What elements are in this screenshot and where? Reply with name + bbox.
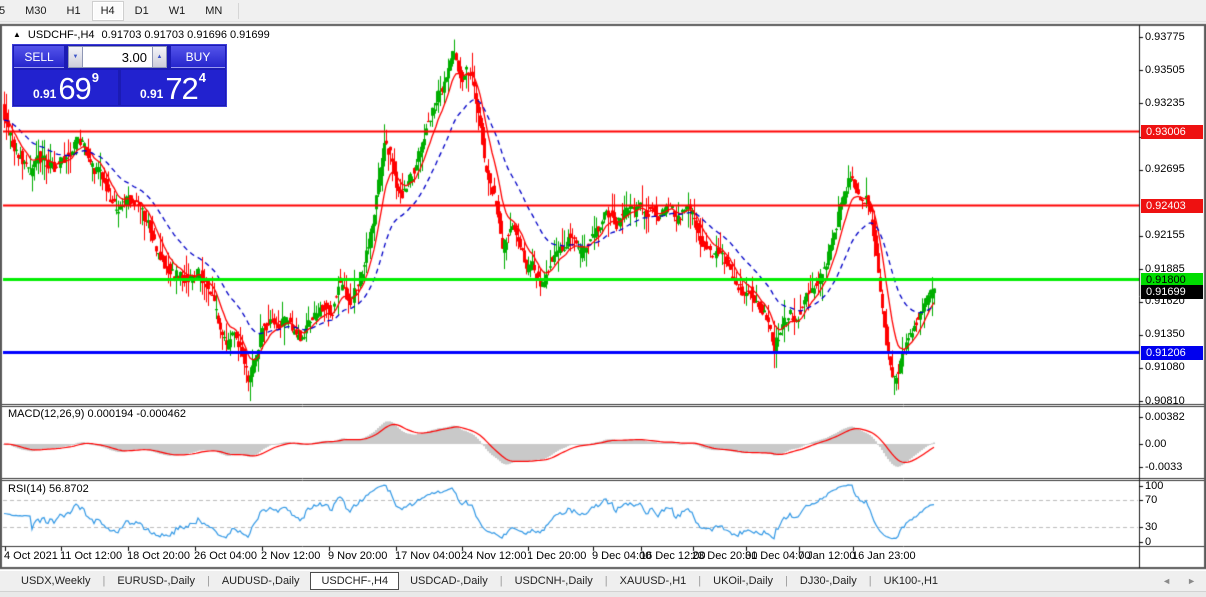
buy-price-sup: 4 bbox=[199, 71, 206, 84]
time-axis-label: 1 Dec 20:00 bbox=[527, 550, 586, 562]
toolbar-separator bbox=[238, 3, 239, 19]
status-bar bbox=[0, 591, 1206, 597]
volume-increase-button[interactable]: ▲ bbox=[152, 46, 167, 68]
chart-tab-bar: USDX,Weekly|EURUSD-,Daily|AUDUSD-,DailyU… bbox=[0, 570, 1206, 591]
rsi-axis-label: 100 bbox=[1145, 480, 1163, 493]
one-click-trading-panel: SELL ▼ ▲ BUY 0.91 69 9 0.91 72 4 bbox=[12, 44, 227, 107]
buy-price-display[interactable]: 0.91 72 4 bbox=[121, 70, 225, 105]
volume-input[interactable] bbox=[83, 46, 152, 68]
chart-symbol-period: USDCHF-,H4 bbox=[28, 29, 95, 41]
sell-price-sup: 9 bbox=[92, 71, 99, 84]
timeframe-button-h4[interactable]: H4 bbox=[92, 1, 124, 21]
chart-ohlc-values: 0.91703 0.91703 0.91696 0.91699 bbox=[102, 29, 270, 41]
tabs-scroll-left-icon[interactable]: ◄ bbox=[1162, 575, 1171, 588]
chart-tab-usdx-weekly[interactable]: USDX,Weekly bbox=[10, 573, 101, 589]
sell-price-prefix: 0.91 bbox=[33, 88, 56, 102]
rsi-axis-label: 70 bbox=[1145, 494, 1157, 507]
chart-tab-dj30-daily[interactable]: DJ30-,Daily bbox=[789, 573, 868, 589]
chart-tab-usdcad-daily[interactable]: USDCAD-,Daily bbox=[399, 573, 499, 589]
chart-tabs: USDX,Weekly|EURUSD-,Daily|AUDUSD-,DailyU… bbox=[10, 572, 949, 590]
macd-axis-label: 0.00 bbox=[1145, 438, 1166, 451]
time-axis-label: 24 Nov 12:00 bbox=[461, 550, 526, 562]
buy-button[interactable]: BUY bbox=[171, 46, 225, 68]
time-axis-label: 16 Jan 23:00 bbox=[852, 550, 916, 562]
sell-button[interactable]: SELL bbox=[14, 46, 64, 68]
time-axis-label: 9 Nov 20:00 bbox=[328, 550, 387, 562]
timeframe-button-h1[interactable]: H1 bbox=[58, 1, 90, 21]
timeframe-button-d1[interactable]: D1 bbox=[126, 1, 158, 21]
collapse-arrow-icon[interactable]: ▲ bbox=[13, 31, 21, 39]
chart-header: ▲ USDCHF-,H4 0.91703 0.91703 0.91696 0.9… bbox=[13, 29, 270, 41]
macd-indicator-label: MACD(12,26,9) 0.000194 -0.000462 bbox=[8, 408, 186, 420]
time-axis-label: 18 Oct 20:00 bbox=[127, 550, 190, 562]
time-axis-label: 2 Nov 12:00 bbox=[261, 550, 320, 562]
macd-axis-label: 0.00382 bbox=[1145, 411, 1185, 424]
time-axis-label: 7 Jan 12:00 bbox=[798, 550, 856, 562]
chart-tab-usdchf-h4[interactable]: USDCHF-,H4 bbox=[310, 572, 399, 590]
macd-values: 0.000194 -0.000462 bbox=[87, 408, 185, 420]
price-tick-label: 0.92155 bbox=[1145, 229, 1185, 242]
timeframe-button-5[interactable]: 5 bbox=[0, 1, 14, 21]
volume-decrease-button[interactable]: ▼ bbox=[68, 46, 83, 68]
price-tick-label: 0.93775 bbox=[1145, 31, 1185, 44]
chart-tab-eurusd-daily[interactable]: EURUSD-,Daily bbox=[106, 573, 206, 589]
timeframe-buttons: 5M30H1H4D1W1MN bbox=[0, 1, 232, 21]
timeframe-button-w1[interactable]: W1 bbox=[160, 1, 195, 21]
chart-tab-usdcnh-daily[interactable]: USDCNH-,Daily bbox=[504, 573, 604, 589]
tab-scroll-arrows: ◄ ► bbox=[1162, 575, 1196, 588]
price-badge: 0.91206 bbox=[1141, 346, 1203, 360]
macd-axis-label: -0.0033 bbox=[1145, 461, 1182, 474]
timeframe-button-m30[interactable]: M30 bbox=[16, 1, 55, 21]
time-axis-label: 26 Oct 04:00 bbox=[194, 550, 257, 562]
price-tick-label: 0.91350 bbox=[1145, 328, 1185, 341]
timeframe-button-mn[interactable]: MN bbox=[196, 1, 231, 21]
price-tick-label: 0.92695 bbox=[1145, 163, 1185, 176]
macd-title: MACD(12,26,9) bbox=[8, 408, 84, 420]
buy-price-big: 72 bbox=[165, 77, 197, 102]
time-axis-label: 11 Oct 12:00 bbox=[60, 550, 122, 562]
price-tick-label: 0.90810 bbox=[1145, 395, 1185, 408]
chart-tab-ukoil-daily[interactable]: UKOil-,Daily bbox=[702, 573, 784, 589]
price-badge: 0.92403 bbox=[1141, 199, 1203, 213]
rsi-indicator-label: RSI(14) 56.8702 bbox=[8, 483, 89, 495]
rsi-axis-label: 30 bbox=[1145, 521, 1157, 534]
buy-price-prefix: 0.91 bbox=[140, 88, 163, 102]
price-tick-label: 0.93235 bbox=[1145, 97, 1185, 110]
sell-price-big: 69 bbox=[58, 77, 90, 102]
price-badge: 0.91699 bbox=[1141, 285, 1203, 299]
chart-overlays: ▲ USDCHF-,H4 0.91703 0.91703 0.91696 0.9… bbox=[0, 0, 1206, 597]
price-badge: 0.93006 bbox=[1141, 125, 1203, 139]
rsi-title: RSI(14) bbox=[8, 483, 46, 495]
price-tick-label: 0.91080 bbox=[1145, 361, 1185, 374]
chart-tab-audusd-daily[interactable]: AUDUSD-,Daily bbox=[211, 573, 311, 589]
chart-tab-xauusd-h1[interactable]: XAUUSD-,H1 bbox=[609, 573, 698, 589]
rsi-axis-label: 0 bbox=[1145, 536, 1151, 549]
up-arrow-icon: ▲ bbox=[157, 54, 163, 60]
price-tick-label: 0.93505 bbox=[1145, 64, 1185, 77]
volume-spinner: ▼ ▲ bbox=[68, 46, 167, 68]
timeframe-toolbar: 5M30H1H4D1W1MN bbox=[0, 0, 1206, 22]
rsi-value: 56.8702 bbox=[49, 483, 89, 495]
time-axis-label: 4 Oct 2021 bbox=[4, 550, 58, 562]
sell-price-display[interactable]: 0.91 69 9 bbox=[14, 70, 118, 105]
tabs-scroll-right-icon[interactable]: ► bbox=[1187, 575, 1196, 588]
trading-terminal: { "toolbar": { "items": [ {"label": "5",… bbox=[0, 0, 1206, 597]
time-axis-label: 17 Nov 04:00 bbox=[395, 550, 460, 562]
chart-tab-uk100-h1[interactable]: UK100-,H1 bbox=[873, 573, 949, 589]
down-arrow-icon: ▼ bbox=[73, 54, 79, 60]
